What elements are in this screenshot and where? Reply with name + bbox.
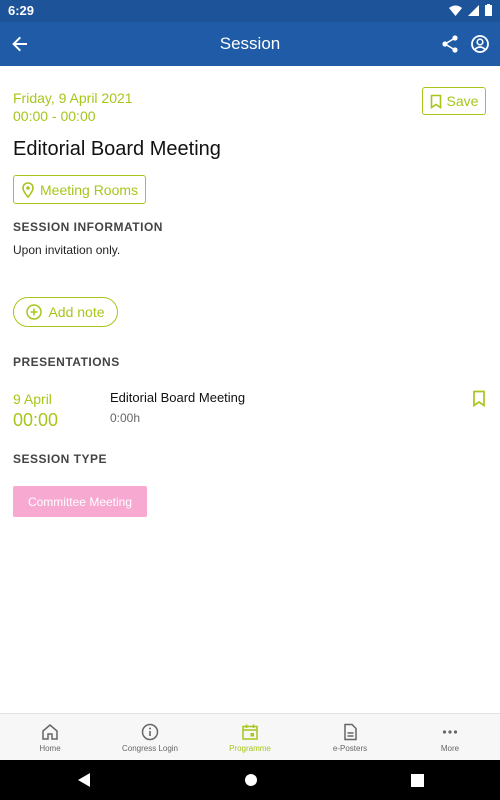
signal-icon (468, 4, 479, 16)
status-time: 6:29 (8, 3, 35, 18)
app-bar: Session (0, 22, 500, 66)
session-type-badge: Committee Meeting (13, 486, 147, 517)
wifi-icon (449, 5, 462, 16)
session-type-heading: SESSION TYPE (13, 452, 108, 466)
account-button[interactable] (468, 32, 492, 56)
session-time: 00:00 - 00:00 (13, 108, 96, 124)
presentation-bookmark-button[interactable] (472, 390, 486, 412)
battery-icon (485, 4, 492, 16)
page-title: Session (219, 34, 281, 53)
nav-congress-login[interactable]: Congress Login (100, 714, 200, 761)
meeting-rooms-label: Meeting Rooms (40, 181, 139, 198)
meeting-rooms-button[interactable]: Meeting Rooms (13, 175, 146, 204)
save-label: Save (446, 93, 479, 109)
share-icon (442, 35, 458, 53)
document-icon (344, 723, 357, 740)
bookmark-icon (430, 94, 441, 109)
nav-more[interactable]: More (400, 714, 500, 761)
save-button[interactable]: Save (422, 87, 486, 115)
presentation-date: 9 April (13, 391, 52, 407)
nav-programme[interactable]: Programme (200, 714, 300, 761)
nav-more-label: More (440, 743, 460, 753)
session-title: Editorial Board Meeting (13, 138, 221, 160)
session-datetime: Friday, 9 April 2021 00:00 - 00:00 (13, 89, 133, 125)
nav-e-posters-label: e-Posters (332, 743, 368, 753)
info-icon (141, 723, 159, 740)
more-icon (442, 729, 458, 734)
add-circle-icon (26, 304, 43, 320)
add-note-button[interactable]: Add note (13, 297, 118, 327)
bookmark-icon (473, 390, 485, 408)
session-date: Friday, 9 April 2021 (13, 90, 133, 106)
home-icon (42, 723, 58, 740)
account-icon (471, 35, 489, 53)
presentation-duration: 0:00h (110, 411, 141, 425)
session-info-text: Upon invitation only. (13, 243, 121, 257)
bottom-nav: Home Congress Login Programme e-Posters … (0, 713, 500, 761)
system-nav-bar (0, 760, 500, 800)
session-info-heading: SESSION INFORMATION (13, 220, 163, 234)
calendar-icon (242, 724, 258, 740)
add-note-label: Add note (48, 304, 105, 320)
system-recents-icon[interactable] (410, 773, 424, 787)
status-icons (449, 4, 492, 16)
nav-home-label: Home (39, 743, 61, 753)
share-button[interactable] (438, 32, 462, 56)
nav-programme-label: Programme (229, 743, 271, 753)
system-back-icon[interactable] (77, 772, 91, 788)
presentations-heading: PRESENTATIONS (13, 355, 120, 369)
nav-congress-login-label: Congress Login (121, 743, 179, 753)
status-bar: 6:29 (0, 0, 500, 22)
system-home-icon[interactable] (244, 773, 258, 787)
nav-home[interactable]: Home (0, 714, 100, 761)
location-pin-icon (22, 181, 34, 198)
presentation-time: 00:00 (13, 410, 59, 430)
presentation-title: Editorial Board Meeting (110, 390, 246, 405)
nav-e-posters[interactable]: e-Posters (300, 714, 400, 761)
